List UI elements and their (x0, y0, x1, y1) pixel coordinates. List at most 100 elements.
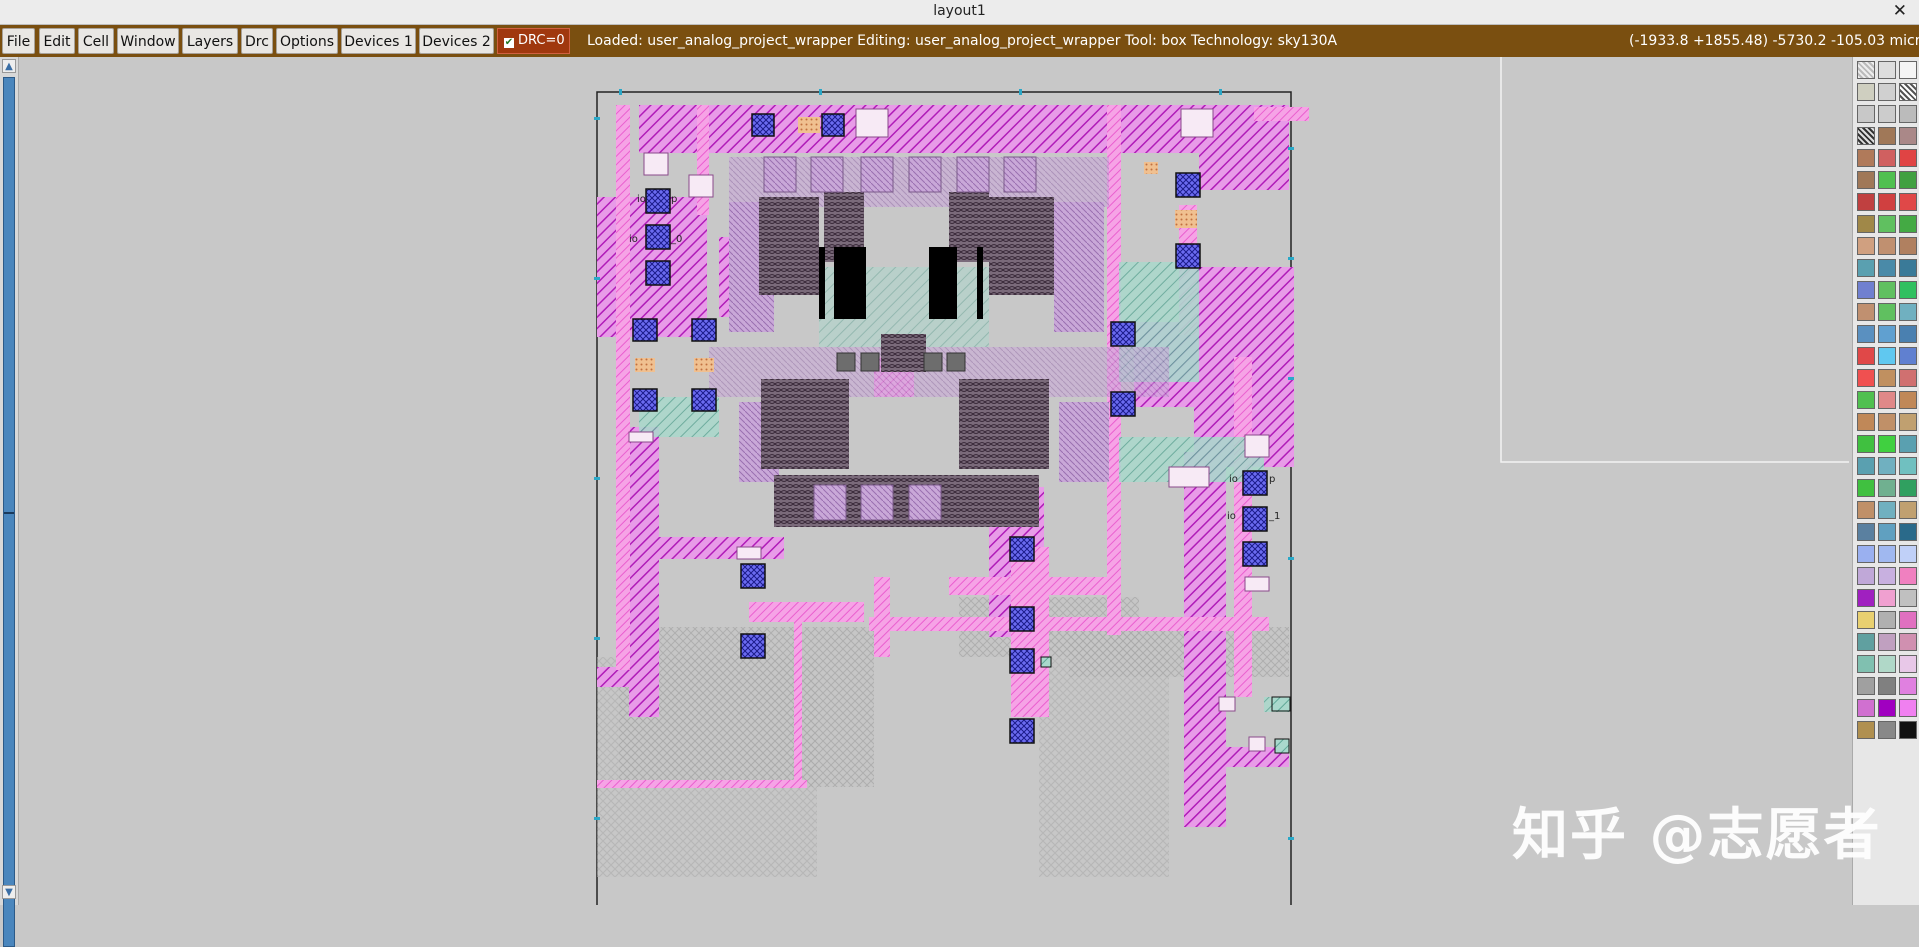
layer-swatch[interactable] (1857, 61, 1875, 79)
layer-swatch[interactable] (1899, 523, 1917, 541)
layer-swatch[interactable] (1857, 281, 1875, 299)
menu-edit[interactable]: Edit (39, 28, 75, 54)
layout-drawing[interactable]: io p io _0 io p io _1 (19, 54, 1854, 913)
layer-swatch[interactable] (1878, 127, 1896, 145)
layer-swatch[interactable] (1899, 589, 1917, 607)
layer-swatch[interactable] (1857, 721, 1875, 739)
layer-swatch[interactable] (1857, 633, 1875, 651)
layer-swatch[interactable] (1878, 435, 1896, 453)
layer-swatch[interactable] (1899, 193, 1917, 211)
layer-swatch[interactable] (1857, 457, 1875, 475)
layer-swatch[interactable] (1899, 699, 1917, 717)
layer-swatch[interactable] (1878, 61, 1896, 79)
layer-swatch[interactable] (1899, 61, 1917, 79)
layer-swatch[interactable] (1857, 325, 1875, 343)
layer-swatch[interactable] (1878, 105, 1896, 123)
layer-swatch[interactable] (1899, 303, 1917, 321)
scroll-down-icon[interactable]: ▼ (2, 885, 16, 899)
layer-swatch[interactable] (1878, 237, 1896, 255)
layer-swatch[interactable] (1857, 347, 1875, 365)
layer-swatch[interactable] (1878, 633, 1896, 651)
menu-devices-2[interactable]: Devices 2 (419, 28, 494, 54)
drc-toggle-button[interactable]: ✔ DRC=0 (497, 28, 570, 54)
vertical-scrollbar[interactable]: ▲ ▼ (0, 57, 19, 947)
layer-swatch[interactable] (1878, 589, 1896, 607)
layer-swatch[interactable] (1878, 655, 1896, 673)
layer-palette[interactable] (1852, 57, 1919, 905)
layer-swatch[interactable] (1878, 347, 1896, 365)
layer-swatch[interactable] (1899, 347, 1917, 365)
layer-swatch[interactable] (1878, 215, 1896, 233)
layer-swatch[interactable] (1857, 545, 1875, 563)
layer-swatch[interactable] (1878, 721, 1896, 739)
layer-swatch[interactable] (1878, 501, 1896, 519)
layer-swatch[interactable] (1899, 633, 1917, 651)
layer-swatch[interactable] (1878, 457, 1896, 475)
layer-swatch[interactable] (1878, 413, 1896, 431)
layer-swatch[interactable] (1899, 435, 1917, 453)
layer-swatch[interactable] (1878, 391, 1896, 409)
layer-swatch[interactable] (1857, 171, 1875, 189)
layer-swatch[interactable] (1857, 413, 1875, 431)
layer-swatch[interactable] (1878, 83, 1896, 101)
layer-swatch[interactable] (1878, 149, 1896, 167)
layer-swatch[interactable] (1857, 501, 1875, 519)
layer-swatch[interactable] (1857, 699, 1875, 717)
layer-swatch[interactable] (1878, 567, 1896, 585)
layer-swatch[interactable] (1899, 259, 1917, 277)
layer-swatch[interactable] (1857, 149, 1875, 167)
layer-swatch[interactable] (1857, 259, 1875, 277)
layer-swatch[interactable] (1899, 457, 1917, 475)
layer-swatch[interactable] (1899, 567, 1917, 585)
layer-swatch[interactable] (1878, 699, 1896, 717)
layer-swatch[interactable] (1899, 501, 1917, 519)
layer-swatch[interactable] (1899, 237, 1917, 255)
layer-swatch[interactable] (1878, 303, 1896, 321)
layer-swatch[interactable] (1899, 721, 1917, 739)
layer-swatch[interactable] (1899, 171, 1917, 189)
layer-swatch[interactable] (1857, 611, 1875, 629)
layer-swatch[interactable] (1899, 127, 1917, 145)
layer-swatch[interactable] (1857, 303, 1875, 321)
menu-file[interactable]: File (2, 28, 35, 54)
menu-layers[interactable]: Layers (182, 28, 238, 54)
scroll-up-icon[interactable]: ▲ (2, 59, 16, 73)
layer-swatch[interactable] (1899, 655, 1917, 673)
layer-swatch[interactable] (1878, 677, 1896, 695)
layer-swatch[interactable] (1899, 83, 1917, 101)
layer-swatch[interactable] (1899, 391, 1917, 409)
layer-swatch[interactable] (1878, 369, 1896, 387)
layer-swatch[interactable] (1899, 611, 1917, 629)
layer-swatch[interactable] (1857, 479, 1875, 497)
layer-swatch[interactable] (1878, 281, 1896, 299)
layer-swatch[interactable] (1899, 677, 1917, 695)
layer-swatch[interactable] (1857, 435, 1875, 453)
layer-swatch[interactable] (1857, 215, 1875, 233)
layer-swatch[interactable] (1899, 281, 1917, 299)
menu-window[interactable]: Window (117, 28, 179, 54)
layer-swatch[interactable] (1899, 325, 1917, 343)
layer-swatch[interactable] (1899, 215, 1917, 233)
layer-swatch[interactable] (1878, 325, 1896, 343)
layer-swatch[interactable] (1899, 149, 1917, 167)
layer-swatch[interactable] (1857, 127, 1875, 145)
menu-cell[interactable]: Cell (78, 28, 114, 54)
layer-swatch[interactable] (1857, 369, 1875, 387)
menu-options[interactable]: Options (276, 28, 338, 54)
layout-canvas[interactable]: io p io _0 io p io _1 (19, 54, 1854, 913)
layer-swatch[interactable] (1857, 677, 1875, 695)
layer-swatch[interactable] (1878, 479, 1896, 497)
layer-swatch[interactable] (1878, 611, 1896, 629)
close-icon[interactable]: ✕ (1893, 1, 1907, 21)
layer-swatch[interactable] (1899, 369, 1917, 387)
menu-devices-1[interactable]: Devices 1 (341, 28, 416, 54)
layer-swatch[interactable] (1878, 259, 1896, 277)
layer-swatch[interactable] (1857, 655, 1875, 673)
layer-swatch[interactable] (1857, 83, 1875, 101)
layer-swatch[interactable] (1857, 105, 1875, 123)
layer-swatch[interactable] (1899, 413, 1917, 431)
layer-swatch[interactable] (1857, 193, 1875, 211)
layer-swatch[interactable] (1857, 237, 1875, 255)
layer-swatch[interactable] (1857, 523, 1875, 541)
layer-swatch[interactable] (1899, 545, 1917, 563)
